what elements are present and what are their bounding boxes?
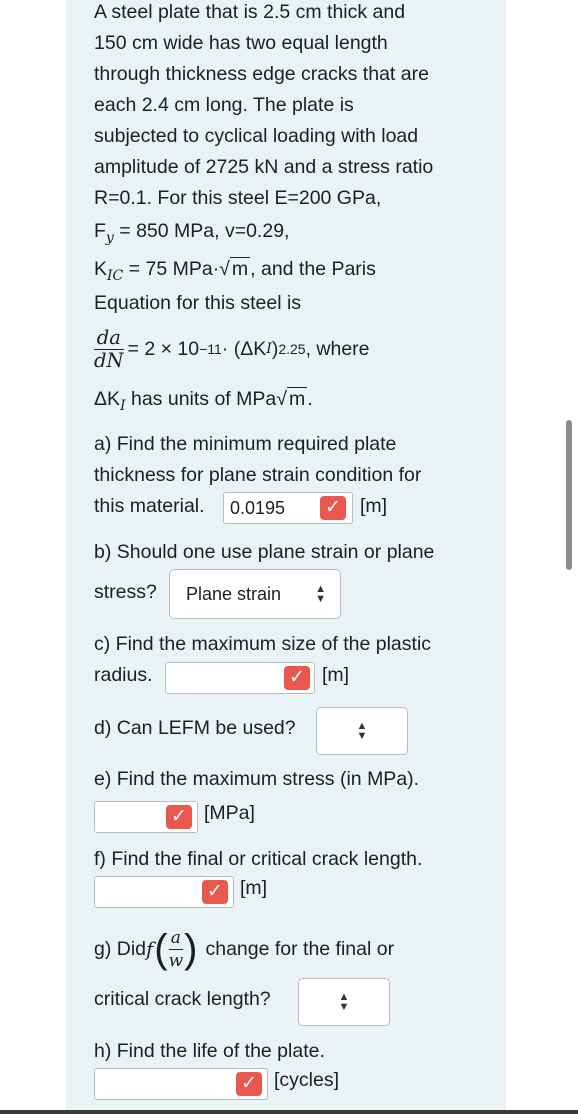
da-numerator: da [94,326,124,350]
checkmark-icon: ✓ [320,496,346,520]
answer-h-unit: [cycles] [274,1069,340,1091]
left-paren: ( [154,927,168,971]
updown-caret-icon: ▲ ▼ [356,720,368,742]
part-h-line-1: h) Find the life of the plate. [94,1040,325,1062]
answer-f-unit: [m] [240,877,268,899]
fy-subscript: y [105,230,114,246]
part-g-function: f [146,937,154,961]
yield-strength-line: Fy = 850 MPa, v=0.29, [94,220,289,246]
updown-caret-icon: ▲ ▼ [338,991,350,1013]
right-paren: ) [184,927,198,971]
part-c-line-1: c) Find the maximum size of the plastic [94,633,432,655]
part-a-line-2: thickness for plane strain condition for [94,464,422,486]
checkmark-icon: ✓ [236,1072,262,1096]
part-a-line-3: this material. [94,495,205,517]
w-denominator: w [168,950,184,971]
checkmark-icon: ✓ [166,805,192,829]
answer-g-select[interactable]: ▲ ▼ [298,978,390,1026]
paris-equation: da dN = 2 × 10 −11 · (ΔK I) 2.25, where [94,320,370,378]
part-b-line-1: b) Should one use plane strain or plane [94,541,435,563]
paris-exponent: −11 [199,341,222,357]
checkmark-icon: ✓ [284,666,310,690]
bottom-divider [0,1110,578,1114]
updown-caret-icon: ▲ ▼ [315,583,326,605]
paris-tail: , where [305,337,370,360]
part-b-line-2: stress? [94,581,157,603]
part-g-prefix: g) Did [94,937,147,960]
units-sqrt-m: m [286,387,308,410]
kic-sqrt-m: m [229,257,251,280]
problem-line-4: each 2.4 cm long. The plate is [94,94,354,116]
toughness-line: KIC = 75 MPa·√ m, and the Paris [94,257,376,284]
paris-delta-k: · (ΔK [221,337,267,360]
kic-subscript: IC [107,268,124,284]
answer-c-unit: [m] [322,664,350,686]
answer-e-unit: [MPa] [204,802,255,824]
units-line: ΔKI has units of MPa√ m. [94,387,313,414]
paris-coefficient: = 2 × 10 [127,337,200,360]
fy-value: = 850 MPa, v=0.29, [113,220,290,242]
checkmark-icon: ✓ [202,880,228,904]
problem-line-5: subjected to cyclical loading with load [94,125,419,147]
paris-power: 2.25 [278,341,306,357]
part-g-line-1: g) Did f ( a w ) change for the final or [94,922,394,976]
a-over-w-fraction: a w [168,927,184,972]
dn-denominator: dN [94,348,124,372]
scrollbar[interactable] [566,420,572,570]
problem-line-3: through thickness edge cracks that are [94,63,429,85]
a-numerator: a [168,927,184,950]
units-period: . [307,388,313,410]
part-c-line-2: radius. [94,664,153,686]
units-text: has units of MPa√ [125,388,287,410]
problem-line-7: R=0.1. For this steel E=200 GPa, [94,187,382,209]
problem-line-2: 150 cm wide has two equal length [94,32,388,54]
problem-line-6: amplitude of 2725 kN and a stress ratio [94,156,434,178]
part-e-line-1: e) Find the maximum stress (in MPa). [94,768,420,790]
part-d-line-1: d) Can LEFM be used? [94,717,296,739]
answer-b-selected: Plane strain [186,584,282,604]
units-delta-k: ΔK [94,388,121,410]
kic-symbol: K [94,258,108,280]
paris-intro: Equation for this steel is [94,292,302,314]
answer-d-select[interactable]: ▲ ▼ [316,707,408,755]
part-g-line-2: critical crack length? [94,988,271,1010]
part-a-line-1: a) Find the minimum required plate [94,433,397,455]
answer-a-unit: [m] [360,495,388,517]
kic-tail: , and the Paris [250,258,376,280]
part-g-suffix: change for the final or [205,937,395,960]
kic-value: = 75 MPa·√ [123,258,230,280]
answer-b-select[interactable]: Plane strain ▲ ▼ [169,569,341,619]
part-f-line-1: f) Find the final or critical crack leng… [94,848,423,870]
da-dn-fraction: da dN [94,326,124,372]
fy-symbol: F [94,220,106,242]
problem-line-1: A steel plate that is 2.5 cm thick and [94,1,406,23]
